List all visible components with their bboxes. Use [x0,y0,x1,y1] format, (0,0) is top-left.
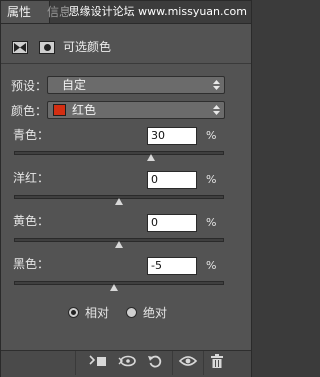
panel-title: 可选颜色 [63,40,112,54]
colors-select[interactable]: 红色 [47,101,225,119]
trash-icon[interactable] [209,354,225,370]
cyan-slider-track[interactable] [14,151,224,155]
cyan-percent: % [206,129,217,142]
yellow-percent: % [206,216,217,229]
bottom-divider [203,351,204,375]
black-percent: % [206,259,217,272]
colors-value: 红色 [72,103,97,117]
yellow-slider-thumb[interactable] [115,241,123,248]
bottom-divider [172,351,173,375]
preset-value: 自定 [62,78,87,92]
select-arrows-icon [213,80,220,90]
black-label: 黑色： [13,257,50,271]
view-previous-icon[interactable] [116,354,138,370]
relative-label: 相对 [85,306,110,320]
clip-to-layer-icon[interactable] [88,354,108,370]
visibility-icon[interactable] [177,354,199,370]
absolute-radio[interactable] [126,307,137,318]
yellow-input[interactable]: 0 [147,214,197,232]
panel-tabbar: 属性 信息 思缘设计论坛 www.missyuan.com [1,1,251,24]
adjustment-layer-icon[interactable] [12,41,28,54]
magenta-input[interactable]: 0 [147,171,197,189]
preset-label: 预设： [11,79,48,93]
yellow-label: 黄色： [13,214,50,228]
magenta-slider-thumb[interactable] [115,198,123,205]
bottom-divider [75,351,76,375]
black-slider-thumb[interactable] [109,284,118,291]
magenta-percent: % [206,173,217,186]
cyan-label: 青色： [13,128,50,142]
preset-select[interactable]: 自定 [47,76,225,94]
absolute-label: 绝对 [143,306,168,320]
cyan-slider-thumb[interactable] [146,154,155,161]
properties-panel: 属性 信息 思缘设计论坛 www.missyuan.com 可选颜色 预设： 自… [0,0,252,377]
magenta-label: 洋红： [13,171,50,185]
relative-radio[interactable] [68,307,79,318]
colors-label: 颜色： [11,104,48,118]
reset-icon[interactable] [146,354,164,370]
cyan-input[interactable]: 30 [147,127,197,145]
black-slider-track[interactable] [14,281,224,285]
layer-mask-icon[interactable] [39,41,55,54]
header-divider [1,63,251,64]
black-input[interactable]: -5 [147,257,197,275]
select-arrows-icon [213,105,220,115]
color-swatch [53,104,66,116]
watermark-text: 思缘设计论坛 www.missyuan.com [68,5,247,18]
